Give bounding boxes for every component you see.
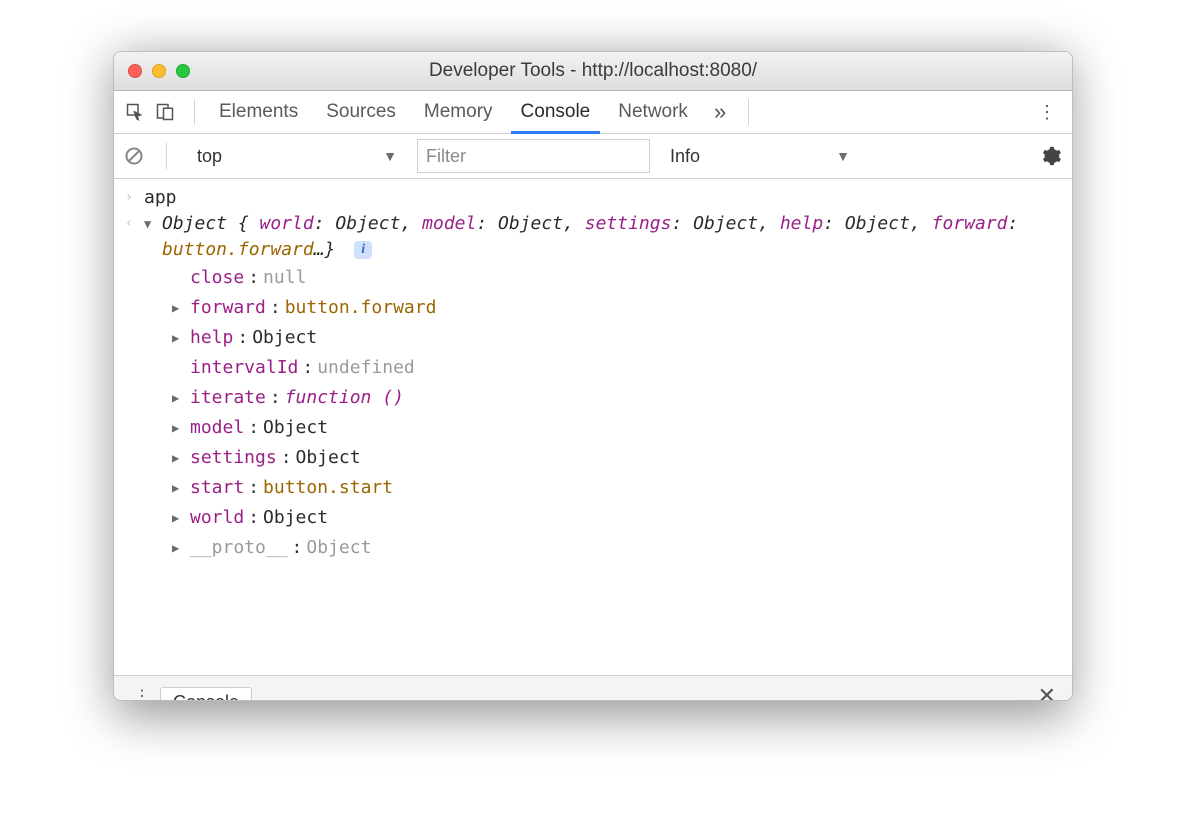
drawer-tab-console[interactable]: Console [160,687,252,701]
tab-network[interactable]: Network [604,91,702,133]
console-output: › app ‹ ▼ Object { world: Object, model:… [114,179,1072,675]
expand-toggle-icon[interactable]: ▶ [172,293,186,323]
tab-sources[interactable]: Sources [312,91,410,133]
log-level-select[interactable]: Info ▼ [662,141,858,171]
object-property[interactable]: ▶start: button.start [172,473,1060,503]
console-entry-result: ‹ ▼ Object { world: Object, model: Objec… [114,211,1072,563]
property-name: settings [190,443,277,473]
expand-toggle-icon[interactable]: ▶ [172,413,186,443]
expand-toggle-icon[interactable]: ▶ [172,473,186,503]
property-value: undefined [317,353,415,383]
device-toggle-icon[interactable] [154,101,176,123]
object-property[interactable]: ▶forward: button.forward [172,293,1060,323]
object-property[interactable]: close: null [172,263,1060,293]
property-value: null [263,263,306,293]
property-value: function () [285,383,404,413]
object-property[interactable]: intervalId: undefined [172,353,1060,383]
chevron-down-icon: ▼ [383,148,397,164]
tab-label: Network [618,101,688,122]
property-value: Object [263,503,328,533]
console-entry-input: › app [114,185,1072,211]
expand-toggle-icon[interactable]: ▶ [172,323,186,353]
prompt-icon: › [125,185,133,211]
property-name: forward [190,293,266,323]
select-value: Info [670,146,700,167]
property-name: help [190,323,233,353]
tab-label: Memory [424,101,493,122]
input-expression: app [144,187,177,208]
tab-label: Sources [326,101,396,122]
object-properties: close: null▶forward: button.forward▶help… [144,263,1060,563]
expand-toggle-icon[interactable]: ▶ [172,443,186,473]
property-value: Object [252,323,317,353]
property-value: Object [296,443,361,473]
drawer: ⋮ Console ✕ [114,675,1072,701]
property-value: Object [263,413,328,443]
expand-toggle-icon[interactable]: ▶ [172,503,186,533]
object-property[interactable]: ▶help: Object [172,323,1060,353]
property-name: model [190,413,244,443]
expand-toggle-icon[interactable]: ▼ [144,211,162,237]
panel-tabstrip: Elements Sources Memory Console Network … [114,91,1072,134]
more-tabs-icon[interactable]: » [702,99,738,125]
info-badge-icon[interactable]: i [354,241,372,259]
result-icon: ‹ [125,211,133,237]
console-toolbar: top ▼ Info ▼ [114,134,1072,179]
object-property[interactable]: ▶__proto__: Object [172,533,1060,563]
tab-elements[interactable]: Elements [205,91,312,133]
console-settings-icon[interactable] [1040,145,1062,167]
property-value: button.forward [285,293,437,323]
drawer-tab-label: Console [173,692,239,701]
separator [748,99,749,125]
window-title: Developer Tools - http://localhost:8080/ [114,60,1072,82]
property-name: __proto__ [190,533,288,563]
property-name: close [190,263,244,293]
object-property[interactable]: ▶world: Object [172,503,1060,533]
property-name: world [190,503,244,533]
object-property[interactable]: ▶model: Object [172,413,1060,443]
clear-console-icon[interactable] [124,146,144,166]
titlebar: Developer Tools - http://localhost:8080/ [114,52,1072,91]
inspect-icon[interactable] [124,101,146,123]
select-value: top [197,146,222,167]
expand-toggle-icon[interactable]: ▶ [172,533,186,563]
object-summary[interactable]: Object { world: Object, model: Object, s… [162,211,1060,263]
execution-context-select[interactable]: top ▼ [189,141,405,171]
property-name: iterate [190,383,266,413]
object-property[interactable]: ▶settings: Object [172,443,1060,473]
expand-toggle-icon[interactable]: ▶ [172,383,186,413]
property-value: Object [306,533,371,563]
tab-memory[interactable]: Memory [410,91,507,133]
property-name: intervalId [190,353,298,383]
chevron-down-icon: ▼ [836,148,850,164]
tab-label: Console [521,101,591,122]
drawer-close-icon[interactable]: ✕ [1038,683,1062,701]
property-value: button.start [263,473,393,503]
drawer-menu-icon[interactable]: ⋮ [124,686,160,701]
settings-menu-icon[interactable]: ⋮ [1022,102,1072,123]
separator [166,143,167,169]
object-property[interactable]: ▶iterate: function () [172,383,1060,413]
filter-input[interactable] [417,139,650,173]
devtools-window: Developer Tools - http://localhost:8080/… [113,51,1073,701]
property-name: start [190,473,244,503]
separator [194,99,195,125]
tab-label: Elements [219,101,298,122]
tab-console[interactable]: Console [507,91,605,133]
